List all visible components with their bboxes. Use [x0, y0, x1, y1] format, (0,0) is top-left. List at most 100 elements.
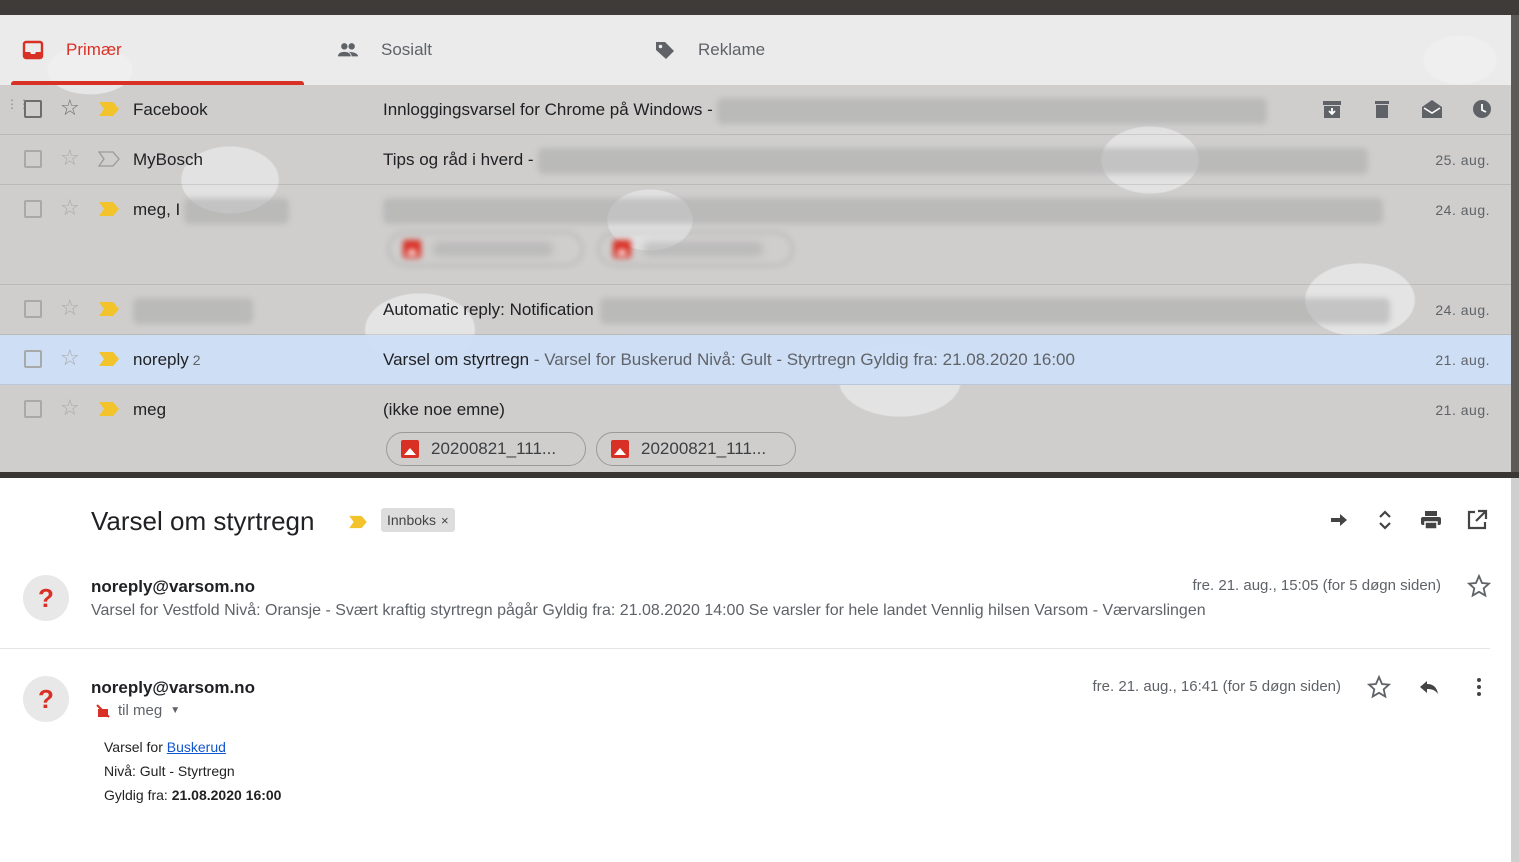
row-sender — [133, 285, 253, 335]
message-separator — [0, 648, 1490, 649]
important-marker-icon[interactable] — [98, 351, 120, 367]
blurred-snippet — [538, 147, 1369, 174]
blurred-snippet — [383, 197, 1383, 224]
email-row[interactable]: ☆ Automatic reply: Notification 24. aug. — [0, 285, 1511, 335]
row-sender-text: meg, I — [133, 200, 181, 219]
row-snippet: - Varsel for Buskerud Nivå: Gult - Styrt… — [529, 350, 1075, 369]
mark-read-icon[interactable] — [1421, 98, 1443, 120]
blurred-sender — [133, 297, 253, 324]
important-marker-icon[interactable] — [98, 301, 120, 317]
avatar: ? — [23, 575, 69, 621]
row-subject-text: Tips og råd i hverd - — [383, 150, 539, 169]
star-icon[interactable]: ☆ — [60, 397, 82, 419]
top-strip — [0, 0, 1519, 15]
attachment-chip[interactable] — [598, 232, 793, 266]
open-new-window-icon[interactable] — [1465, 508, 1489, 532]
email-row[interactable]: ⋮⋮ ☆ Facebook Innloggingsvarsel for Chro… — [0, 85, 1511, 135]
tab-social[interactable]: Sosialt — [337, 15, 432, 85]
scrollbar-track[interactable] — [1511, 478, 1519, 862]
email-row[interactable]: ☆ meg, I 24. aug. — [0, 185, 1511, 285]
star-icon[interactable] — [1366, 674, 1392, 699]
email-row-selected[interactable]: ☆ noreply 2 Varsel om styrtregn - Varsel … — [0, 335, 1511, 385]
row-date: 21. aug. — [1435, 402, 1490, 418]
star-icon[interactable]: ☆ — [60, 347, 82, 369]
row-hover-actions — [1321, 98, 1493, 120]
row-subject: Varsel om styrtregn - Varsel for Buskeru… — [383, 335, 1075, 385]
star-icon[interactable]: ☆ — [60, 297, 82, 319]
image-file-icon — [611, 440, 629, 458]
body-line-3: Gyldig fra: 21.08.2020 16:00 — [104, 787, 281, 803]
expand-icon[interactable] — [1373, 508, 1397, 532]
star-icon[interactable]: ☆ — [60, 147, 82, 169]
row-sender: Facebook — [133, 100, 208, 119]
tab-primary[interactable]: Primær — [22, 15, 122, 85]
label-chip-text: Innboks — [387, 512, 437, 528]
important-marker-icon[interactable] — [98, 101, 120, 117]
row-checkbox[interactable] — [24, 300, 42, 318]
thread-title: Varsel om styrtregn — [91, 506, 315, 536]
message-snippet: Varsel for Vestfold Nivå: Oransje - Svær… — [91, 602, 1206, 619]
attachment-chip[interactable]: 20200821_111... — [386, 432, 586, 466]
reply-icon[interactable] — [1417, 675, 1441, 699]
star-icon[interactable]: ☆ — [60, 197, 82, 219]
more-vert-icon[interactable] — [1467, 675, 1491, 699]
blurred-filename — [643, 242, 763, 256]
row-checkbox[interactable] — [24, 100, 42, 118]
important-marker-icon[interactable] — [98, 201, 120, 217]
forward-arrow-icon[interactable] — [1327, 508, 1351, 532]
star-icon[interactable]: ☆ — [60, 97, 82, 119]
image-file-icon — [403, 240, 421, 258]
attachment-filename: 20200821_111... — [641, 439, 767, 458]
inbox-list: Primær Sosialt Reklame ⋮⋮ ☆ Facebook Inn… — [0, 15, 1511, 472]
row-checkbox[interactable] — [24, 350, 42, 368]
attachment-chip[interactable] — [388, 232, 583, 266]
avatar: ? — [23, 676, 69, 722]
row-checkbox[interactable] — [24, 200, 42, 218]
snooze-icon[interactable] — [1471, 98, 1493, 120]
row-date: 24. aug. — [1435, 302, 1490, 318]
unencrypted-icon — [96, 703, 110, 718]
row-checkbox[interactable] — [24, 150, 42, 168]
tag-icon — [654, 39, 676, 61]
body-line-1-prefix: Varsel for — [104, 739, 167, 755]
category-tabs: Primær Sosialt Reklame — [0, 15, 1511, 85]
row-subject: Innloggingsvarsel for Chrome på Windows … — [383, 85, 1268, 135]
print-icon[interactable] — [1419, 508, 1443, 532]
attachment-filename: 20200821_111... — [431, 439, 557, 458]
row-sender: MyBosch — [133, 150, 203, 169]
star-icon[interactable] — [1466, 573, 1492, 598]
delete-icon[interactable] — [1371, 98, 1393, 120]
image-file-icon — [401, 440, 419, 458]
tab-primary-label: Primær — [66, 40, 122, 59]
label-chip-inbox: Innboks × — [381, 508, 455, 532]
remove-label-button[interactable]: × — [441, 513, 449, 528]
row-date: 21. aug. — [1435, 352, 1490, 368]
body-line-3-prefix: Gyldig fra: — [104, 787, 172, 803]
blurred-snippet — [599, 297, 1390, 324]
drag-handle-icon[interactable]: ⋮⋮ — [6, 98, 30, 119]
tab-promotions[interactable]: Reklame — [654, 15, 765, 85]
row-sender: meg, I — [133, 185, 290, 235]
row-sender: meg — [133, 400, 167, 419]
blurred-sender — [184, 197, 290, 224]
inbox-icon — [22, 39, 44, 61]
blurred-filename — [433, 242, 553, 256]
chevron-down-icon: ▼ — [170, 705, 181, 716]
archive-icon[interactable] — [1321, 98, 1343, 120]
email-row[interactable]: ☆ meg (ikke noe emne) 21. aug. 20200821_… — [0, 385, 1511, 472]
recipients-text: til meg — [118, 702, 163, 719]
important-marker-icon[interactable] — [98, 401, 120, 417]
row-subject-text: Varsel om styrtregn — [383, 350, 530, 369]
important-marker-icon[interactable] — [348, 515, 368, 529]
tab-promotions-label: Reklame — [698, 40, 766, 59]
email-row[interactable]: ☆ MyBosch Tips og råd i hverd - 25. aug. — [0, 135, 1511, 185]
attachment-chip[interactable]: 20200821_111... — [596, 432, 796, 466]
important-marker-icon[interactable] — [98, 151, 120, 167]
blurred-snippet — [717, 97, 1268, 124]
row-subject: Tips og råd i hverd - — [383, 135, 1369, 185]
recipients-toggle[interactable]: til meg ▼ — [95, 702, 180, 719]
body-link-buskerud[interactable]: Buskerud — [167, 739, 226, 755]
people-icon — [337, 39, 359, 61]
row-sender-text: noreply — [133, 350, 189, 369]
row-checkbox[interactable] — [24, 400, 42, 418]
